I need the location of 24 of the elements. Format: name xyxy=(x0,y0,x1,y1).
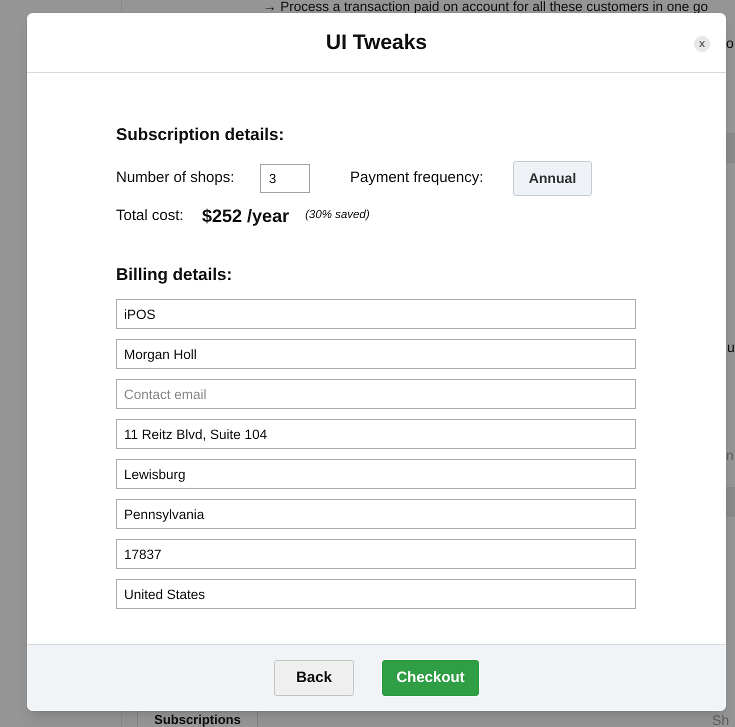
frequency-button[interactable]: Annual xyxy=(513,161,592,196)
dialog-title: UI Tweaks xyxy=(326,30,428,56)
billing-input-field[interactable]: United States xyxy=(116,579,636,609)
billing-input-field[interactable]: Morgan Holl xyxy=(116,339,636,369)
section-heading: Subscription details: xyxy=(116,124,284,146)
notice-text: → Process a transaction paid on account for all these customers in one go xyxy=(263,0,708,13)
background-text: o xyxy=(726,35,734,51)
total-price: $252 /year xyxy=(202,204,290,228)
billing-input-field[interactable]: Pennsylvania xyxy=(116,499,636,529)
frequency-label: Payment frequency: xyxy=(350,168,484,188)
close-button[interactable]: x xyxy=(694,36,710,52)
billing-input-field[interactable]: iPOS xyxy=(116,299,636,329)
back-button[interactable]: Back xyxy=(274,660,354,696)
billing-input-field[interactable]: 17837 xyxy=(116,539,636,569)
billing-input-field[interactable]: Contact email xyxy=(116,379,636,409)
billing-input-field[interactable]: 11 Reitz Blvd, Suite 104 xyxy=(116,419,636,449)
shops-label: Number of shops: xyxy=(116,168,236,188)
saving-note: (30% saved) xyxy=(305,208,370,224)
section-heading: Billing details: xyxy=(116,264,232,286)
billing-input-field[interactable]: Lewisburg xyxy=(116,459,636,489)
background-text: u xyxy=(727,339,735,355)
shops-input-field[interactable]: 3 xyxy=(260,164,310,193)
subscriptions-tab[interactable]: Subscriptions xyxy=(137,710,258,727)
total-label: Total cost: xyxy=(116,206,185,226)
